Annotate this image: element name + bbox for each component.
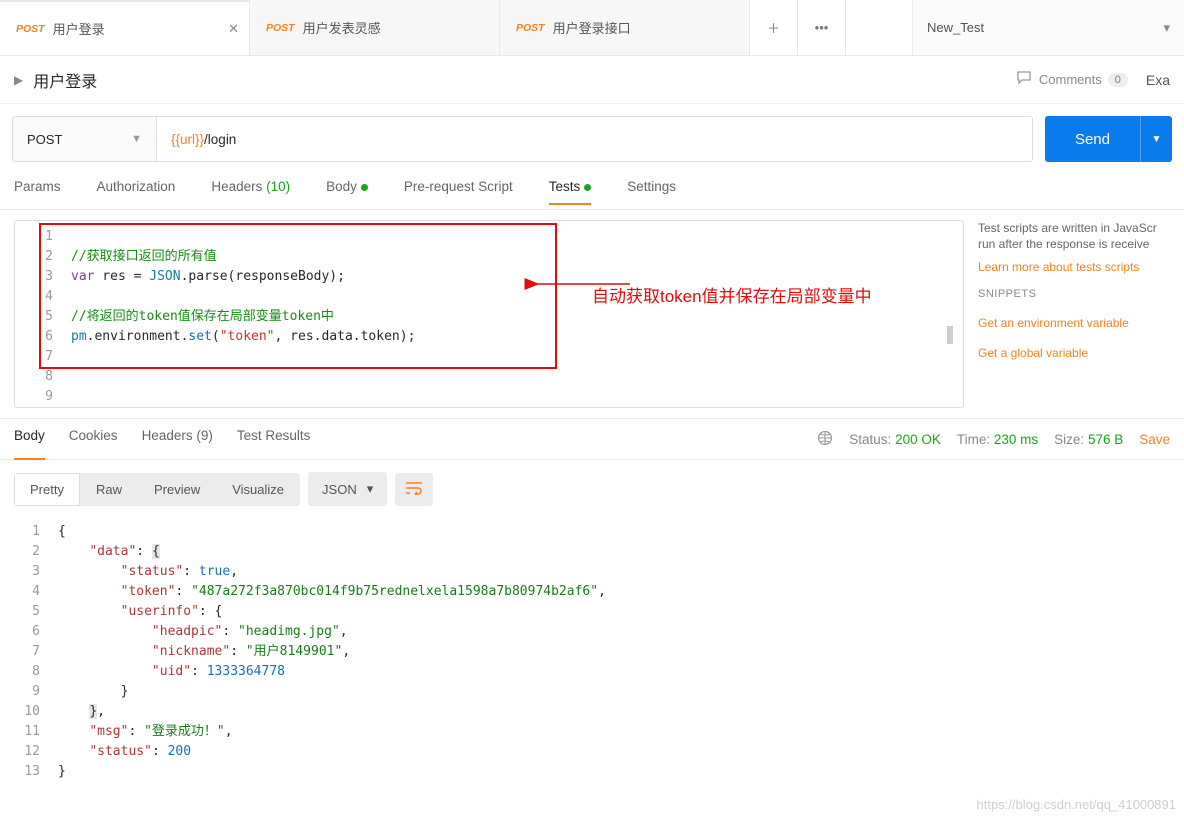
- view-raw-button[interactable]: Raw: [80, 473, 138, 506]
- tab-settings[interactable]: Settings: [627, 179, 676, 204]
- request-url-row: POST ▼ {{url}}/login Send ▼: [0, 104, 1184, 174]
- resp-tab-headers[interactable]: Headers (9): [142, 428, 213, 451]
- resp-tab-tests[interactable]: Test Results: [237, 428, 311, 451]
- indicator-dot-icon: [584, 184, 591, 191]
- more-tabs-button[interactable]: •••: [798, 0, 846, 55]
- snippets-header: SNIPPETS: [978, 288, 1170, 300]
- tab-body[interactable]: Body: [326, 179, 368, 204]
- tab-request-1[interactable]: POST 用户发表灵感: [250, 0, 500, 55]
- send-group: Send ▼: [1045, 116, 1172, 162]
- expand-icon[interactable]: ▶: [14, 73, 23, 87]
- resp-tab-body[interactable]: Body: [14, 428, 45, 451]
- tab-request-0[interactable]: POST 用户登录 ✕: [0, 0, 250, 55]
- tab-tests[interactable]: Tests: [549, 179, 592, 204]
- tab-prerequest[interactable]: Pre-request Script: [404, 179, 513, 204]
- add-tab-button[interactable]: ＋: [750, 0, 798, 55]
- examples-button[interactable]: Exa: [1146, 72, 1170, 88]
- scrollbar-thumb[interactable]: [947, 326, 953, 344]
- chevron-down-icon: ▾: [1163, 20, 1170, 36]
- resp-tab-cookies[interactable]: Cookies: [69, 428, 118, 451]
- chevron-down-icon: ▼: [131, 133, 142, 145]
- view-preview-button[interactable]: Preview: [138, 473, 216, 506]
- size-meta: Size: 576 B: [1054, 432, 1123, 447]
- tab-title: 用户登录: [53, 19, 105, 38]
- chevron-down-icon: ▾: [367, 481, 374, 497]
- wrap-lines-button[interactable]: [395, 473, 433, 506]
- tab-method-label: POST: [266, 22, 295, 34]
- comments-count: 0: [1108, 73, 1128, 87]
- response-tabs-row: Body Cookies Headers (9) Test Results St…: [0, 418, 1184, 460]
- watermark-text: https://blog.csdn.net/qq_41000891: [977, 797, 1177, 812]
- view-visualize-button[interactable]: Visualize: [216, 473, 300, 506]
- save-response-button[interactable]: Save: [1139, 432, 1170, 447]
- environment-name: New_Test: [927, 20, 984, 35]
- tab-headers[interactable]: Headers (10): [211, 179, 290, 204]
- format-selector[interactable]: JSON ▾: [308, 472, 387, 506]
- view-pretty-button[interactable]: Pretty: [14, 473, 80, 506]
- snippets-panel: Test scripts are written in JavaScrrun a…: [978, 220, 1170, 408]
- comments-label: Comments: [1039, 72, 1102, 87]
- http-method-selector[interactable]: POST ▼: [12, 116, 157, 162]
- editor-zone: 1 2//获取接口返回的所有值 3var res = JSON.parse(re…: [0, 210, 1184, 418]
- snippets-desc: Test scripts are written in JavaScrrun a…: [978, 220, 1170, 252]
- close-icon[interactable]: ✕: [228, 21, 239, 37]
- tab-params[interactable]: Params: [14, 179, 61, 204]
- status-meta: Status: 200 OK: [849, 432, 941, 447]
- url-path: /login: [204, 132, 236, 147]
- snippet-item[interactable]: Get an environment variable: [978, 308, 1170, 338]
- url-variable: {{url}}: [171, 132, 204, 147]
- http-method-value: POST: [27, 132, 62, 147]
- url-input[interactable]: {{url}}/login: [157, 116, 1033, 162]
- tab-request-2[interactable]: POST 用户登录接口: [500, 0, 750, 55]
- snippet-item[interactable]: Get a global variable: [978, 338, 1170, 368]
- send-dropdown-button[interactable]: ▼: [1140, 116, 1172, 162]
- response-body[interactable]: 1{ 2 "data": { 3 "status": true, 4 "toke…: [0, 518, 1184, 786]
- tab-method-label: POST: [16, 23, 45, 35]
- request-name: 用户登录: [33, 68, 97, 92]
- learn-more-link[interactable]: Learn more about tests scripts: [978, 260, 1170, 274]
- view-mode-group: Pretty Raw Preview Visualize: [14, 473, 300, 506]
- top-row: POST 用户登录 ✕ POST 用户发表灵感 POST 用户登录接口 ＋ ••…: [0, 0, 1184, 56]
- environment-selector[interactable]: New_Test ▾: [912, 0, 1184, 55]
- tab-method-label: POST: [516, 22, 545, 34]
- send-button[interactable]: Send: [1045, 116, 1140, 162]
- request-tabs: POST 用户登录 ✕ POST 用户发表灵感 POST 用户登录接口 ＋ ••…: [0, 0, 912, 55]
- comment-icon: [1017, 71, 1033, 88]
- breadcrumb-row: ▶ 用户登录 Comments 0 Exa: [0, 56, 1184, 104]
- tab-title: 用户登录接口: [553, 18, 631, 37]
- annotation-text: 自动获取token值并保存在局部变量中: [592, 282, 872, 307]
- indicator-dot-icon: [361, 184, 368, 191]
- tab-title: 用户发表灵感: [303, 18, 381, 37]
- tests-code-editor[interactable]: 1 2//获取接口返回的所有值 3var res = JSON.parse(re…: [14, 220, 964, 408]
- tab-authorization[interactable]: Authorization: [97, 179, 176, 204]
- request-config-tabs: Params Authorization Headers (10) Body P…: [0, 174, 1184, 210]
- time-meta: Time: 230 ms: [957, 432, 1038, 447]
- globe-icon[interactable]: [817, 430, 833, 449]
- response-toolbar: Pretty Raw Preview Visualize JSON ▾: [0, 460, 1184, 518]
- comments-button[interactable]: Comments 0: [1017, 71, 1128, 88]
